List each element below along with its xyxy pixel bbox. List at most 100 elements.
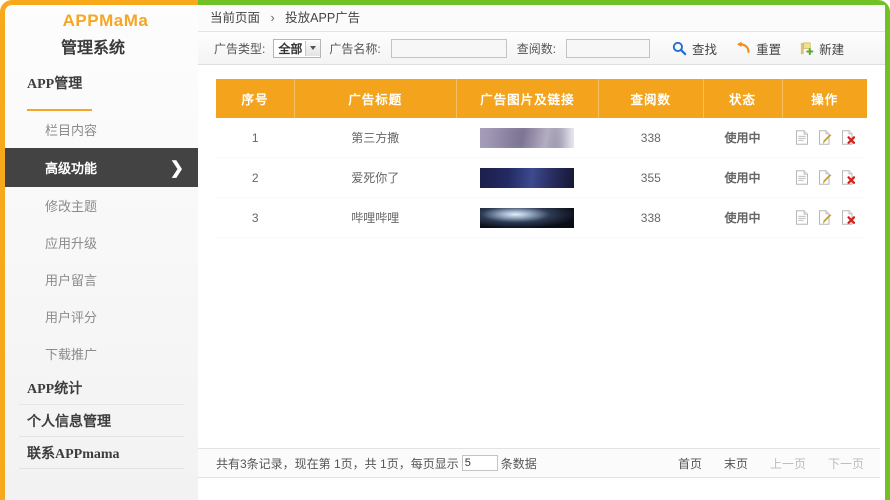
edit-icon[interactable]	[818, 170, 832, 185]
table-body: 1 第三方撒 338 使用中 2 爱死你了 355 使用中 3 哔哩哔哩 338…	[216, 118, 867, 238]
table-header-row: 序号 广告标题 广告图片及链接 查阅数 状态 操作	[216, 79, 867, 118]
cell-ops	[782, 118, 867, 158]
record-total-text: 共有3条记录，现在第 1页，共 1页，每页显示	[216, 456, 459, 471]
sidebar-item-ratings[interactable]: 用户评分	[5, 298, 198, 335]
table-row[interactable]: 3 哔哩哔哩 338 使用中	[216, 197, 867, 238]
cell-views: 355	[598, 157, 703, 198]
ad-name-input[interactable]	[390, 38, 507, 58]
pager-first[interactable]: 首页	[678, 455, 702, 472]
page-size-input[interactable]	[461, 455, 498, 471]
row-actions	[783, 170, 866, 185]
brand-title: APPMaMa	[62, 11, 149, 30]
pagination-footer: 共有3条记录，现在第 1页，共 1页，每页显示 条数据 首页 末页 上一页 下一…	[198, 448, 880, 478]
record-info: 共有3条记录，现在第 1页，共 1页，每页显示 条数据	[216, 455, 537, 472]
new-button[interactable]: 新建	[799, 39, 844, 58]
reset-button[interactable]: 重置	[735, 39, 781, 58]
breadcrumb-page: 投放APP广告	[285, 11, 361, 25]
col-header-ops: 操作	[782, 79, 867, 118]
sidebar-nav: APP管理 栏目内容 高级功能 ❯ 修改主题 应用升级 用户留言 用户评分 下载…	[5, 67, 198, 469]
col-header-image: 广告图片及链接	[456, 79, 600, 118]
ad-type-select[interactable]: 全部	[273, 38, 322, 58]
chevron-down-icon	[305, 40, 321, 56]
new-button-label: 新建	[819, 42, 845, 57]
sidebar-item-messages[interactable]: 用户留言	[5, 261, 198, 298]
breadcrumb: 当前页面 › 投放APP广告	[198, 5, 885, 32]
cell-ops	[782, 197, 867, 238]
col-header-status: 状态	[703, 79, 783, 118]
pager: 首页 末页 上一页 下一页	[678, 455, 864, 472]
cell-image	[456, 197, 599, 238]
content-area: 当前页面 › 投放APP广告 广告类型: 全部 广告名称: 查阅数: 查找 重置…	[198, 0, 890, 500]
sidebar-group-profile[interactable]: 个人信息管理	[19, 405, 184, 437]
sidebar-item-label: 栏目内容	[45, 123, 98, 138]
sidebar-item-label: 高级功能	[45, 161, 98, 176]
cell-image	[456, 118, 599, 158]
search-icon	[672, 41, 687, 56]
sidebar-item-upgrade[interactable]: 应用升级	[5, 224, 198, 261]
breadcrumb-separator-icon: ›	[270, 11, 275, 25]
cell-views: 338	[598, 118, 703, 158]
sidebar-group-stats-label: APP统计	[27, 382, 83, 397]
sidebar-item-label: 应用升级	[45, 236, 98, 251]
view-icon[interactable]	[795, 210, 809, 225]
sidebar-group-stats[interactable]: APP统计	[5, 372, 198, 403]
col-header-title: 广告标题	[294, 79, 457, 118]
ad-type-value: 全部	[278, 41, 303, 56]
ads-table: 序号 广告标题 广告图片及链接 查阅数 状态 操作 1 第三方撒 338 使用中…	[216, 79, 867, 238]
status-badge: 使用中	[703, 157, 783, 198]
sidebar-group-app[interactable]: APP管理	[5, 67, 198, 98]
sidebar-group-app-underline	[27, 98, 92, 111]
table-row[interactable]: 1 第三方撒 338 使用中	[216, 118, 867, 158]
ad-thumbnail[interactable]	[480, 167, 575, 188]
row-actions	[783, 130, 866, 145]
table-head: 序号 广告标题 广告图片及链接 查阅数 状态 操作	[216, 79, 867, 118]
search-button-label: 查找	[692, 42, 718, 57]
brand: APPMaMa 管理系统	[5, 5, 198, 58]
sidebar-item-theme[interactable]: 修改主题	[5, 187, 198, 224]
flag-add-icon	[799, 41, 814, 56]
sidebar-item-advanced[interactable]: 高级功能 ❯	[5, 148, 198, 187]
cell-index: 3	[216, 197, 295, 238]
record-unit-text: 条数据	[500, 456, 537, 471]
status-badge: 使用中	[703, 197, 783, 238]
sidebar-group-app-label: APP管理	[27, 77, 83, 92]
views-label: 查阅数:	[516, 41, 557, 56]
ad-thumbnail[interactable]	[480, 127, 575, 148]
sidebar-item-label: 用户留言	[45, 273, 98, 288]
cell-title: 爱死你了	[294, 157, 457, 198]
ads-table-container: 序号 广告标题 广告图片及链接 查阅数 状态 操作 1 第三方撒 338 使用中…	[198, 65, 885, 238]
sidebar-item-label: 用户评分	[45, 310, 98, 325]
app-window: APPMaMa 管理系统 APP管理 栏目内容 高级功能 ❯ 修改主题 应用升级…	[0, 0, 890, 500]
delete-icon[interactable]	[841, 130, 855, 145]
sidebar-item-label: 下载推广	[45, 347, 98, 362]
delete-icon[interactable]	[841, 170, 855, 185]
sidebar-group-profile-label: 个人信息管理	[27, 415, 111, 430]
chevron-right-icon: ❯	[169, 158, 184, 177]
sidebar-item-columns[interactable]: 栏目内容	[5, 111, 198, 148]
edit-icon[interactable]	[818, 210, 832, 225]
breadcrumb-current[interactable]: 当前页面	[210, 11, 260, 25]
search-button[interactable]: 查找	[672, 39, 717, 58]
pager-last[interactable]: 末页	[724, 455, 748, 472]
row-actions	[783, 210, 866, 225]
view-icon[interactable]	[795, 130, 809, 145]
cell-views: 338	[598, 197, 703, 238]
pager-prev[interactable]: 上一页	[770, 455, 806, 472]
ad-type-label: 广告类型:	[214, 41, 266, 56]
delete-icon[interactable]	[841, 210, 855, 225]
sidebar-item-promotion[interactable]: 下载推广	[5, 335, 198, 372]
filter-toolbar: 广告类型: 全部 广告名称: 查阅数: 查找 重置 新建	[198, 32, 885, 65]
table-row[interactable]: 2 爱死你了 355 使用中	[216, 157, 867, 198]
edit-icon[interactable]	[818, 130, 832, 145]
view-icon[interactable]	[795, 170, 809, 185]
reset-button-label: 重置	[756, 42, 782, 57]
cell-ops	[782, 157, 867, 198]
views-input[interactable]	[566, 38, 651, 58]
sidebar-group-contact-label: 联系APPmama	[27, 447, 120, 462]
ad-name-label: 广告名称:	[329, 41, 381, 56]
pager-next[interactable]: 下一页	[828, 455, 864, 472]
sidebar-group-contact[interactable]: 联系APPmama	[19, 437, 184, 469]
brand-subtitle: 管理系统	[61, 40, 126, 57]
ad-thumbnail[interactable]	[480, 207, 575, 228]
cell-title: 哔哩哔哩	[294, 197, 457, 238]
